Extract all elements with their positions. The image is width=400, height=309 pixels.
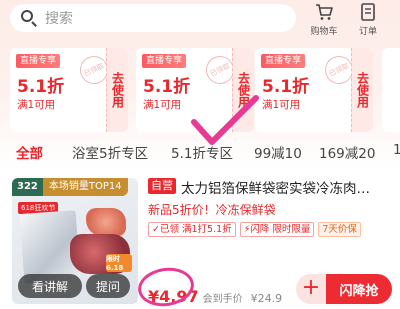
tab-discount[interactable]: 5.1折专区 — [171, 142, 233, 162]
product-title[interactable]: 太力铝箔保鲜袋密实袋冷冻肉… — [181, 177, 396, 197]
explain-button[interactable]: 看讲解 — [18, 274, 82, 298]
coupon-card-partial[interactable] — [382, 48, 400, 132]
price-note: 会到手价 — [202, 294, 243, 305]
search-placeholder: 搜索 — [45, 11, 73, 27]
tab-bathroom[interactable]: 浴室5折专区 — [72, 142, 148, 162]
cart-icon — [316, 4, 333, 20]
add-to-cart-button[interactable]: + — [296, 274, 326, 304]
coupon-condition: 满1可用 — [17, 99, 56, 111]
coupon-value: 5.1折 — [143, 77, 191, 97]
top-header: 搜索 购物车 订单 — [0, 0, 400, 40]
coupon-card[interactable]: 直播专享 5.1折 满1可用 已领取 去使用 — [255, 48, 373, 132]
tab-169-minus-20[interactable]: 169减20 — [319, 142, 375, 162]
original-price: ¥24.9 — [250, 292, 283, 305]
order-label: 订单 — [358, 27, 377, 37]
ask-button[interactable]: 提问 — [86, 274, 130, 298]
rank-badge: 322 本场销量TOP14 — [12, 178, 128, 196]
claimed-badge: ✓已领 满1打5.1折 — [148, 222, 236, 237]
buy-controls: + 闪降抢 — [296, 274, 392, 304]
coupon-condition: 满1可用 — [143, 99, 182, 111]
product-card[interactable]: 322 本场销量TOP14 618狂欢节 限时6.18 看讲解 提问 自营 太力… — [0, 173, 400, 309]
tab-more[interactable]: 1 — [393, 142, 400, 158]
sale-badge: 限时6.18 — [106, 254, 132, 272]
flash-drop-badge: ⚡闪降 限时限量 — [239, 222, 315, 237]
promo-badges: ✓已领 满1打5.1折 ⚡闪降 限时限量 7天价保 — [148, 222, 361, 238]
tab-99-minus-10[interactable]: 99减10 — [254, 142, 302, 162]
order-icon — [361, 3, 375, 21]
search-icon — [20, 9, 38, 27]
coupon-tag: 直播专享 — [16, 54, 61, 68]
category-tabs: 全部 浴室5折专区 5.1折专区 99减10 169减20 1 — [0, 142, 400, 164]
coupon-condition: 满1可用 — [262, 99, 301, 111]
self-operated-tag: 自营 — [148, 178, 176, 194]
salmon-illustration — [86, 208, 126, 236]
cart-button[interactable]: 购物车 — [306, 2, 342, 38]
coupon-value: 5.1折 — [17, 77, 65, 97]
coupon-card[interactable]: 直播专享 5.1折 满1可用 已领取 去使用 — [10, 48, 128, 132]
use-coupon-button[interactable]: 去使用 — [351, 48, 373, 132]
tab-all[interactable]: 全部 — [16, 142, 43, 162]
product-subtitle: 新品5折价！冷冻保鲜袋 — [148, 203, 276, 217]
search-bar[interactable]: 搜索 — [10, 4, 296, 32]
coupon-tag: 直播专享 — [261, 54, 306, 68]
rank-text: 本场销量TOP14 — [42, 178, 128, 196]
price-protect-badge: 7天价保 — [318, 222, 361, 237]
cart-label: 购物车 — [310, 27, 338, 37]
coupon-value: 5.1折 — [262, 77, 310, 97]
thumb-actions: 看讲解 提问 — [12, 274, 138, 300]
coupon-tag: 直播专享 — [142, 54, 187, 68]
use-coupon-button[interactable]: 去使用 — [106, 48, 128, 132]
rank-number: 322 — [12, 178, 43, 196]
flash-buy-button[interactable]: 闪降抢 — [326, 274, 392, 304]
order-button[interactable]: 订单 — [350, 2, 386, 38]
